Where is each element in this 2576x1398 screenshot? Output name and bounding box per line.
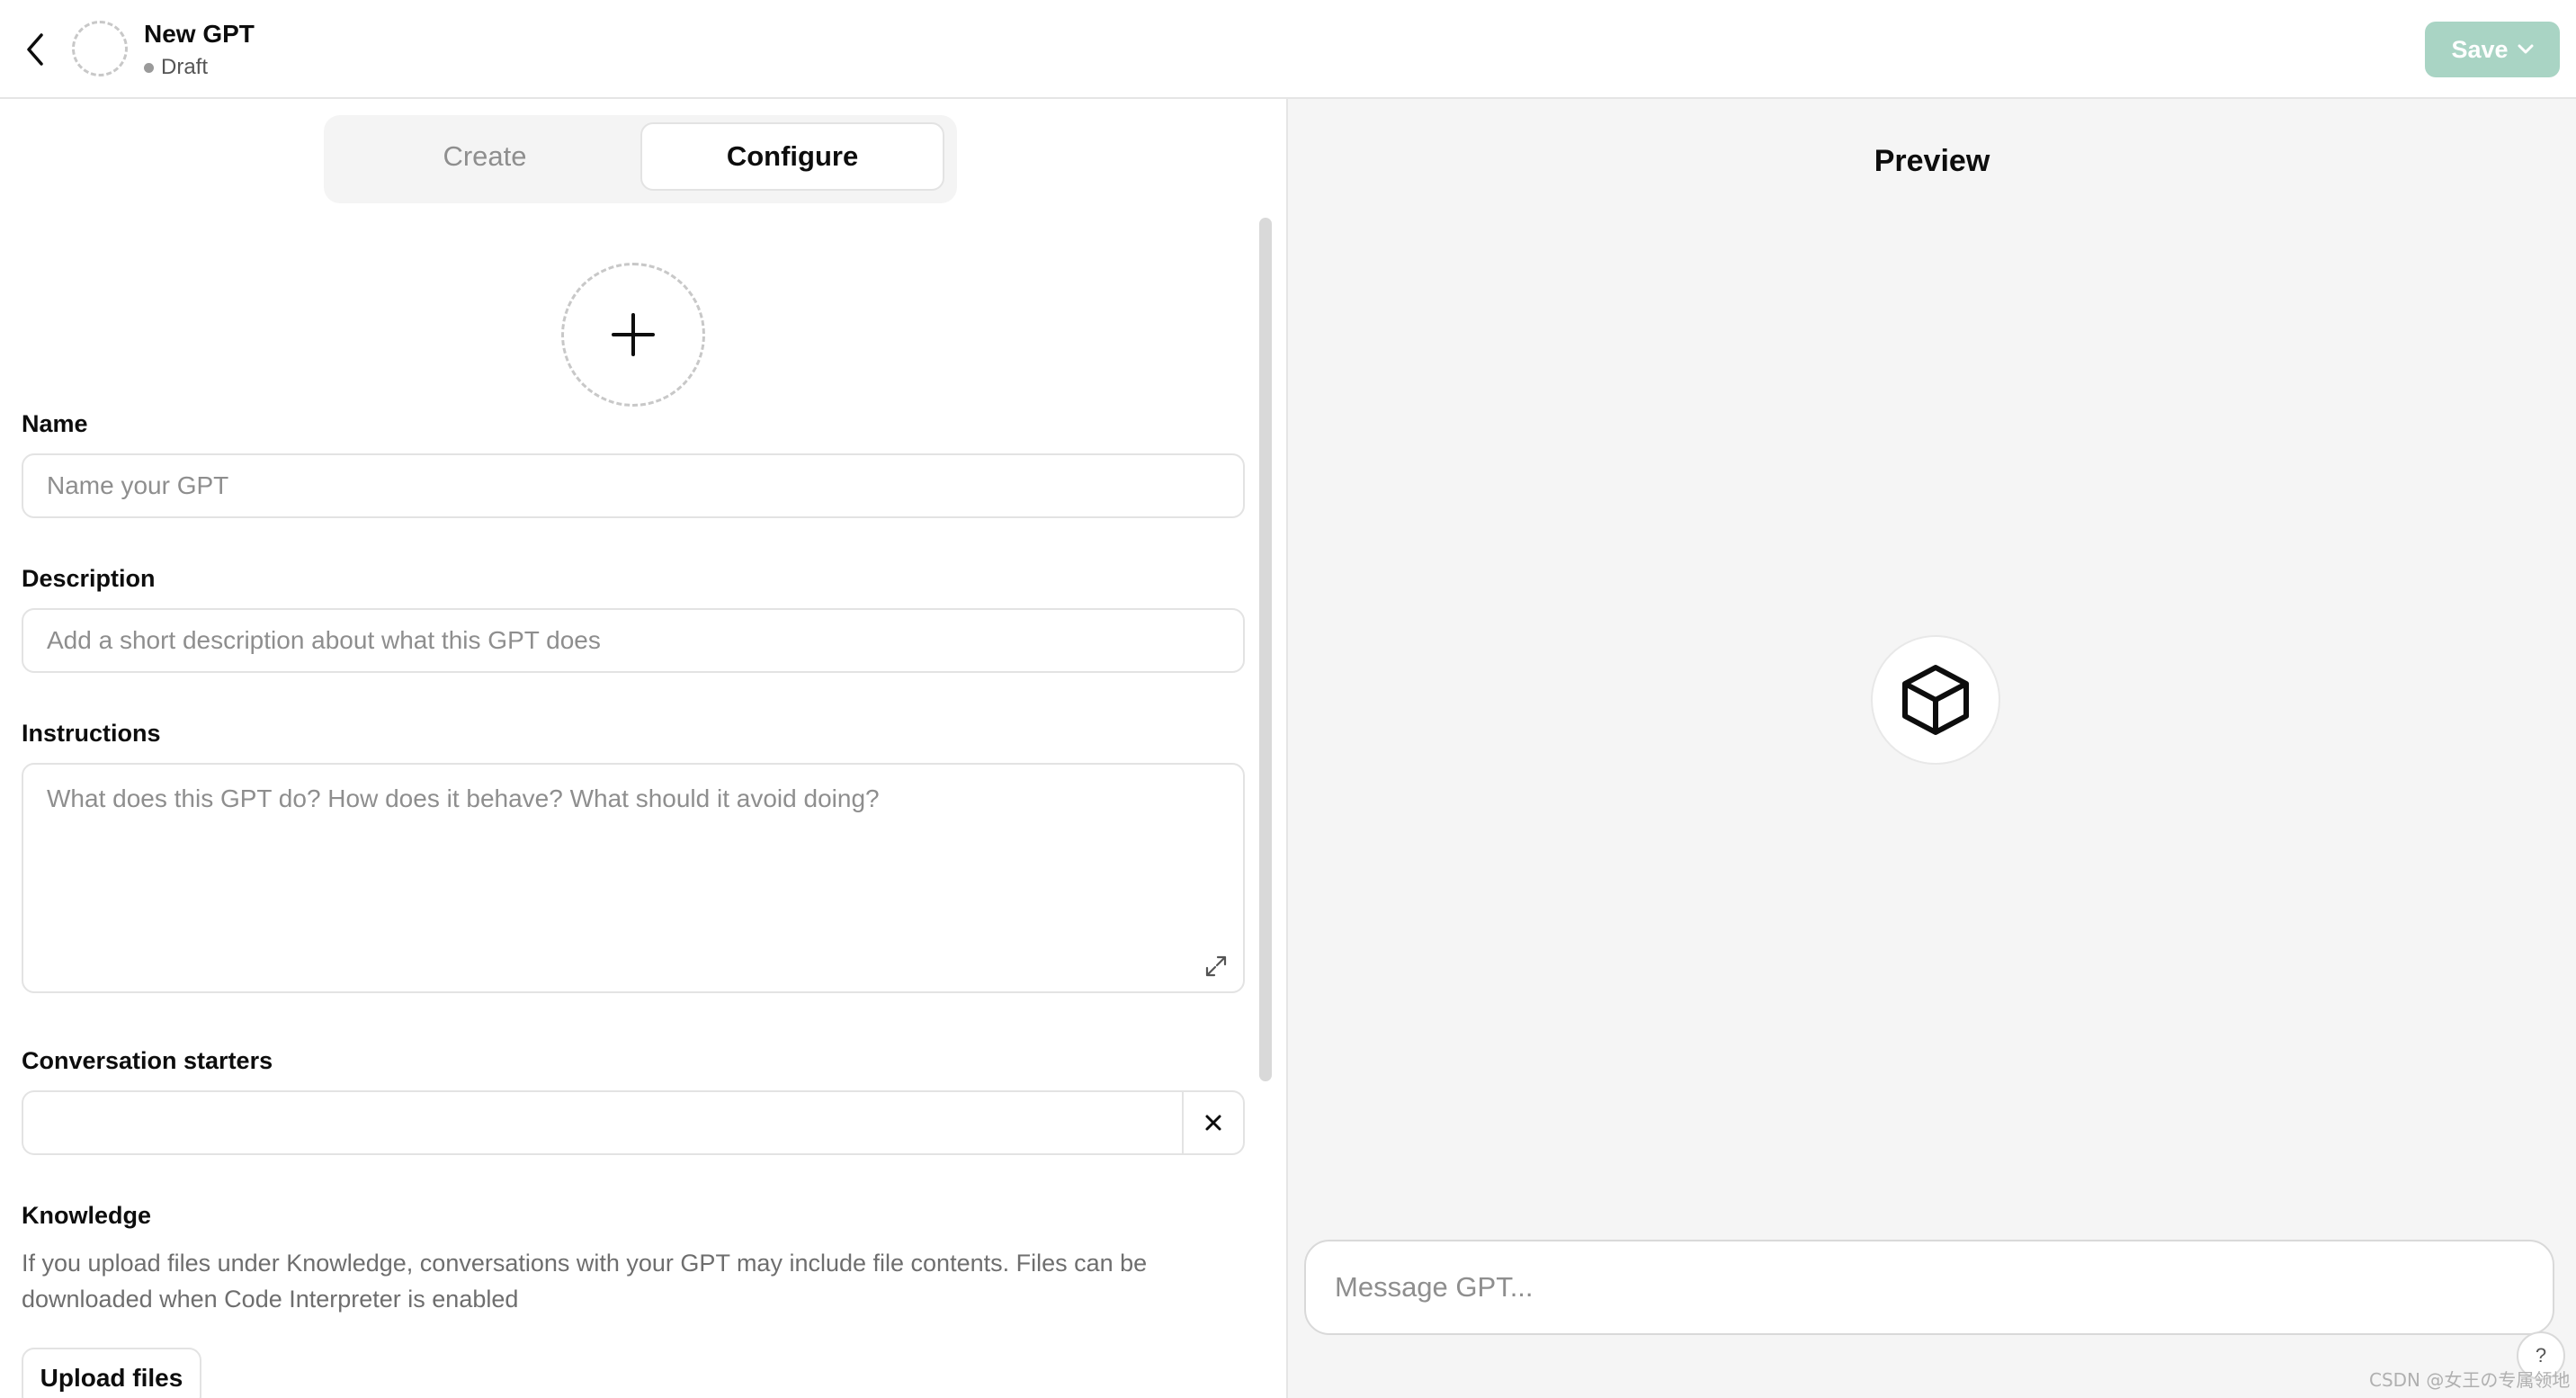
description-input[interactable]: Add a short description about what this … (22, 608, 1245, 673)
instructions-placeholder: What does this GPT do? How does it behav… (47, 784, 880, 812)
gpt-avatar-small (72, 21, 128, 76)
message-placeholder: Message GPT... (1335, 1271, 1534, 1303)
scrollbar[interactable] (1259, 218, 1272, 1081)
upload-files-button[interactable]: Upload files (22, 1348, 201, 1398)
instructions-label: Instructions (22, 720, 161, 747)
watermark: CSDN @女王の专属领地 (2369, 1369, 2571, 1391)
description-placeholder: Add a short description about what this … (47, 626, 601, 654)
gpt-avatar-preview (1871, 635, 2000, 765)
save-button[interactable]: Save (2425, 22, 2560, 77)
conversation-starter-row (22, 1090, 1245, 1155)
status-indicator: Draft (144, 55, 208, 80)
preview-panel: Preview Message GPT... ? CSDN @女王の专属领地 (1288, 99, 2576, 1398)
message-input[interactable]: Message GPT... (1304, 1240, 2554, 1335)
plus-icon (612, 313, 655, 356)
name-input[interactable]: Name your GPT (22, 453, 1245, 518)
instructions-textarea[interactable]: What does this GPT do? How does it behav… (22, 763, 1245, 993)
chevron-down-icon (2518, 44, 2534, 54)
gpt-name: New GPT (144, 20, 255, 48)
tab-configure[interactable]: Configure (640, 122, 944, 191)
knowledge-label: Knowledge (22, 1202, 152, 1229)
remove-starter-button[interactable] (1182, 1090, 1245, 1155)
conversation-starter-input[interactable] (22, 1090, 1184, 1155)
status-label: Draft (161, 55, 209, 79)
name-placeholder: Name your GPT (47, 471, 229, 499)
status-dot (144, 62, 154, 73)
configure-panel: Create Configure Name Name your GPT Desc… (0, 99, 1288, 1398)
expand-icon[interactable] (1203, 954, 1229, 979)
name-label: Name (22, 410, 88, 437)
chevron-left-icon (27, 33, 43, 66)
save-label: Save (2451, 35, 2509, 63)
tab-create[interactable]: Create (333, 122, 637, 191)
back-button[interactable] (18, 27, 54, 72)
mode-tabs: Create Configure (324, 115, 957, 203)
avatar-upload-button[interactable] (561, 263, 705, 407)
top-bar: New GPT Draft Save (0, 0, 2576, 99)
preview-title: Preview (1874, 144, 1990, 178)
cube-icon (1902, 665, 1969, 735)
knowledge-help-text: If you upload files under Knowledge, con… (22, 1250, 1148, 1313)
description-label: Description (22, 565, 156, 592)
conversation-starters-label: Conversation starters (22, 1047, 273, 1074)
close-icon (1205, 1115, 1221, 1131)
